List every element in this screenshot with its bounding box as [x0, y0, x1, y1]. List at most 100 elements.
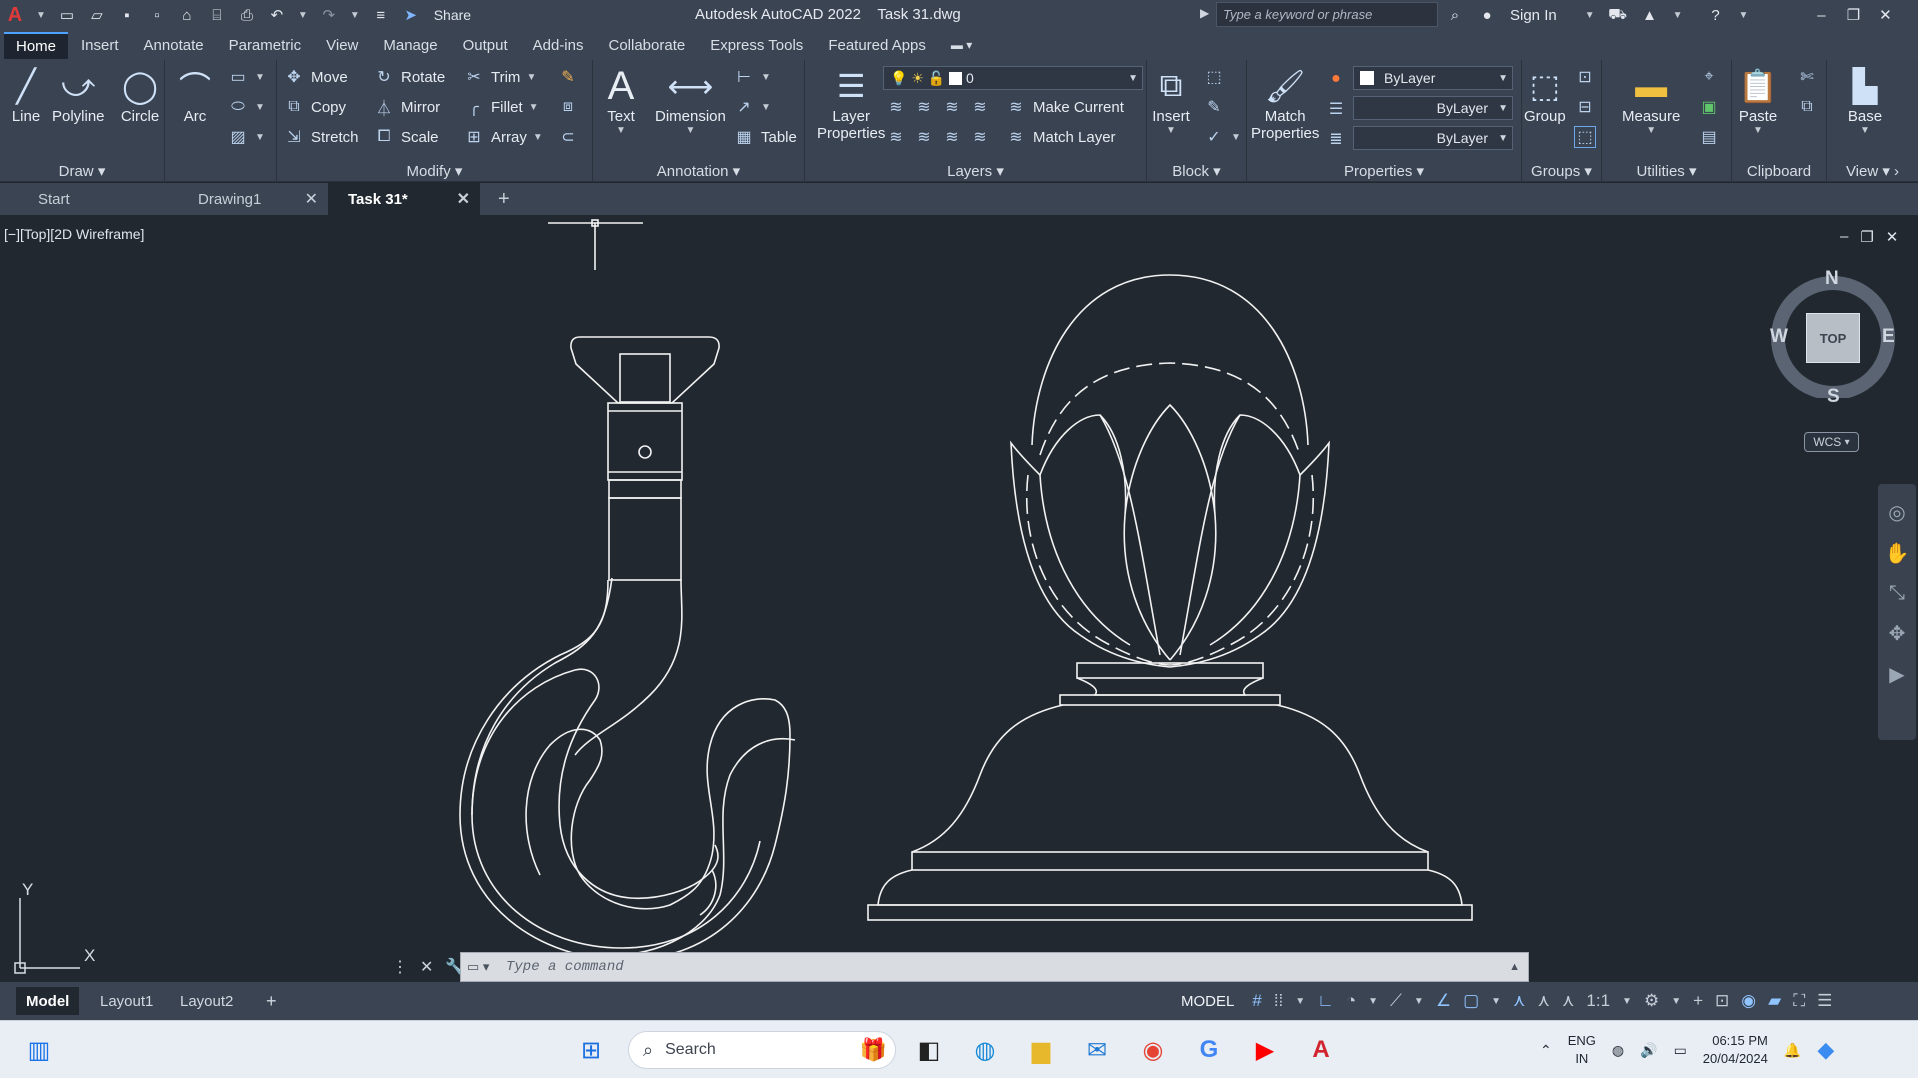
- tab-manage[interactable]: Manage: [371, 33, 449, 58]
- move-button[interactable]: ✥ Move: [283, 66, 347, 88]
- tab-collaborate[interactable]: Collaborate: [596, 33, 697, 58]
- widgets-icon[interactable]: ▥: [22, 1033, 56, 1067]
- edit-block-button[interactable]: ✎: [1203, 96, 1225, 118]
- ellipse-button[interactable]: ⬭ ▼: [227, 96, 265, 118]
- showmotion-icon[interactable]: ▶: [1889, 662, 1904, 687]
- hatch-button[interactable]: ▨ ▼: [227, 126, 264, 148]
- cart-icon[interactable]: ⛟: [1608, 6, 1627, 24]
- close-icon[interactable]: ✕: [1876, 6, 1894, 24]
- snap-dropdown-icon[interactable]: ▼: [1295, 996, 1305, 1007]
- plot-icon[interactable]: ⎙: [238, 6, 256, 24]
- mirror-button[interactable]: ⏃ Mirror: [373, 96, 440, 119]
- ribbon-minimize-icon[interactable]: ▬ ▾: [939, 34, 984, 56]
- group-edit-button[interactable]: ⊟: [1574, 96, 1596, 118]
- polyline-button[interactable]: ⤻ Polyline: [52, 64, 105, 125]
- crane-hook-drawing[interactable]: [459, 336, 796, 961]
- command-input[interactable]: Type a command: [506, 959, 624, 975]
- undo-icon[interactable]: ↶: [268, 6, 286, 24]
- clipboard-panel-title[interactable]: Clipboard: [1732, 163, 1826, 180]
- color-dropdown[interactable]: ByLayer ▼: [1353, 66, 1513, 90]
- taskbar-search-box[interactable]: ⌕ Search 🎁: [628, 1031, 896, 1069]
- layout-tab-layout1[interactable]: Layout1: [90, 987, 163, 1015]
- scale-dropdown-icon[interactable]: ▼: [1622, 996, 1632, 1007]
- ungroup-button[interactable]: ⊡: [1574, 66, 1596, 88]
- rectangle-button[interactable]: ▭ ▼: [227, 66, 264, 88]
- layer-properties-button[interactable]: ☰ Layer Properties: [817, 64, 885, 142]
- steering-wheel-icon[interactable]: ◎: [1888, 500, 1905, 525]
- doc-tab-task31[interactable]: Task 31* ✕: [328, 183, 480, 215]
- restore-icon[interactable]: ❐: [1844, 6, 1862, 24]
- block-panel-title[interactable]: Block ▾: [1147, 162, 1246, 180]
- save-as-icon[interactable]: ▫: [148, 6, 166, 24]
- mail-icon[interactable]: ✉: [1080, 1033, 1114, 1067]
- isolate-objects-icon[interactable]: ◉: [1741, 991, 1756, 1011]
- viewcube-top-face[interactable]: TOP: [1806, 313, 1860, 363]
- model-space-toggle[interactable]: MODEL: [1175, 990, 1240, 1013]
- customization-menu-icon[interactable]: ☰: [1817, 991, 1832, 1011]
- save-icon[interactable]: ▪: [118, 6, 136, 24]
- open-folder-icon[interactable]: ▱: [88, 6, 106, 24]
- customize-qat-icon[interactable]: ≡: [372, 6, 390, 24]
- pan-hand-icon[interactable]: ✋: [1885, 541, 1910, 566]
- zoom-extents-icon[interactable]: ⤡: [1889, 582, 1905, 605]
- dimension-button[interactable]: ⟷ Dimension ▼: [655, 64, 726, 136]
- tab-express-tools[interactable]: Express Tools: [698, 33, 815, 58]
- layout-tab-layout2[interactable]: Layout2: [170, 987, 243, 1015]
- command-line[interactable]: ▭ ▾ Type a command ▲: [460, 952, 1529, 982]
- close-tab-icon[interactable]: ✕: [457, 189, 470, 209]
- line-button[interactable]: ╱ Line: [6, 64, 46, 125]
- doc-tab-drawing1[interactable]: Drawing1 ✕: [178, 183, 328, 215]
- arc-button[interactable]: ⌒ Arc: [175, 64, 215, 125]
- tab-output[interactable]: Output: [451, 33, 520, 58]
- finial-ornament-drawing[interactable]: [867, 274, 1473, 921]
- sign-in-dropdown-icon[interactable]: ▼: [1585, 10, 1595, 21]
- open-web-icon[interactable]: ⌂: [178, 6, 196, 24]
- youtube-icon[interactable]: ▶: [1248, 1033, 1282, 1067]
- command-expand-icon[interactable]: ▲: [1509, 961, 1520, 973]
- draw-panel-title[interactable]: Draw ▾: [0, 162, 164, 180]
- scale-button[interactable]: ⧠ Scale: [373, 126, 439, 148]
- app-dropdown-icon[interactable]: ▼: [1673, 10, 1683, 21]
- table-button[interactable]: ▦ Table: [733, 126, 796, 148]
- lineweight-dropdown[interactable]: ByLayer ▼: [1353, 126, 1513, 150]
- edge-browser-icon[interactable]: ◍: [968, 1033, 1002, 1067]
- id-point-button[interactable]: ⌖: [1698, 66, 1720, 88]
- annotation-scale-icon[interactable]: ⋏: [1562, 991, 1574, 1011]
- properties-panel-title[interactable]: Properties ▾: [1247, 162, 1521, 180]
- workspace-gear-icon[interactable]: ⚙: [1644, 991, 1659, 1011]
- match-properties-button[interactable]: 🖌 Match Properties: [1251, 64, 1319, 142]
- isodraft-dropdown-icon[interactable]: ▼: [1414, 996, 1424, 1007]
- measure-button[interactable]: ▬ Measure ▼: [1622, 64, 1680, 137]
- share-icon[interactable]: ➤: [402, 6, 420, 24]
- view-panel-title[interactable]: View ▾ ›: [1827, 162, 1918, 180]
- tab-add-ins[interactable]: Add-ins: [521, 33, 596, 58]
- compass-north[interactable]: N: [1825, 268, 1839, 290]
- text-button[interactable]: A Text ▼: [601, 64, 641, 137]
- object-snap-icon[interactable]: ▢: [1463, 991, 1479, 1011]
- copilot-icon[interactable]: ◆: [1817, 1037, 1834, 1063]
- workspace-dropdown-icon[interactable]: ▼: [1671, 996, 1681, 1007]
- trim-button[interactable]: ✂ Trim ▼: [463, 66, 536, 88]
- windows-start-icon[interactable]: ⊞: [574, 1033, 608, 1067]
- command-history-icon[interactable]: ▭ ▾: [467, 959, 489, 975]
- annotation-panel-title[interactable]: Annotation ▾: [593, 162, 804, 180]
- minimize-icon[interactable]: –: [1812, 6, 1830, 24]
- viewcube[interactable]: N S W E TOP: [1768, 268, 1898, 407]
- notifications-bell-icon[interactable]: 🔔: [1784, 1042, 1801, 1059]
- group-select-button[interactable]: ⬚: [1574, 126, 1596, 148]
- explode-button[interactable]: ⧈: [557, 96, 579, 118]
- fillet-button[interactable]: ╭ Fillet ▼: [463, 96, 538, 118]
- orbit-icon[interactable]: ✥: [1889, 621, 1906, 646]
- autodesk-app-icon[interactable]: ▲: [1641, 6, 1659, 24]
- show-hidden-icons-icon[interactable]: ⌃: [1540, 1042, 1552, 1059]
- compass-south[interactable]: S: [1827, 386, 1840, 408]
- copy-button[interactable]: ⧉ Copy: [283, 96, 346, 118]
- save-web-icon[interactable]: ⌸: [208, 6, 226, 24]
- help-search-input[interactable]: Type a keyword or phrase: [1216, 2, 1438, 27]
- app-menu-chevron-icon[interactable]: ▼: [36, 10, 46, 21]
- doc-tab-start[interactable]: Start: [18, 183, 178, 215]
- file-explorer-icon[interactable]: ▆: [1024, 1033, 1058, 1067]
- calculator-button[interactable]: ▤: [1698, 126, 1720, 148]
- tab-insert[interactable]: Insert: [69, 33, 131, 58]
- isodraft-icon[interactable]: ⟋: [1390, 991, 1402, 1011]
